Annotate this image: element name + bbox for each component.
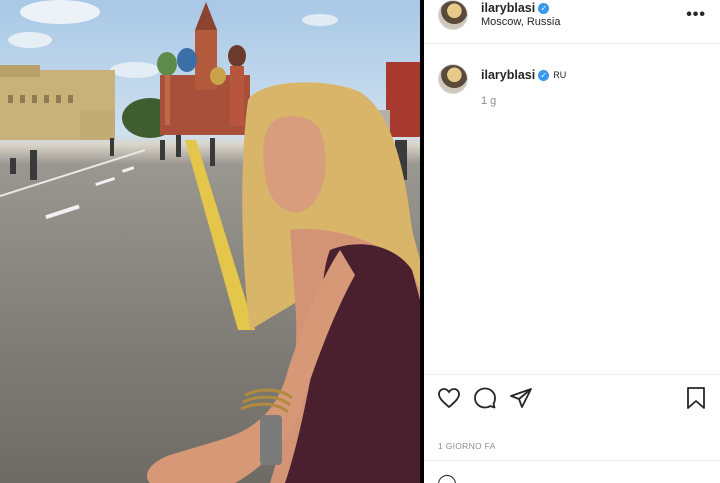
caption-age: 1 g <box>481 95 497 107</box>
comment-icon[interactable] <box>473 386 497 410</box>
paper-plane-icon[interactable] <box>509 386 533 410</box>
post-photo[interactable] <box>0 0 420 483</box>
heart-icon[interactable] <box>437 386 461 410</box>
username-text[interactable]: ilaryblasi <box>481 1 535 15</box>
caption-username[interactable]: ilaryblasi ✓ RU <box>481 68 566 82</box>
emoji-icon[interactable] <box>438 475 456 483</box>
divider <box>424 460 720 461</box>
caption-avatar[interactable] <box>438 64 468 94</box>
post-username[interactable]: ilaryblasi ✓ <box>481 1 550 15</box>
action-bar <box>424 374 720 420</box>
post-side-panel: ilaryblasi ✓ Moscow, Russia ••• ilaryblas… <box>424 0 720 483</box>
caption-username-text[interactable]: ilaryblasi <box>481 68 535 82</box>
verified-badge-icon: ✓ <box>538 70 550 81</box>
post-header: ilaryblasi ✓ Moscow, Russia ••• <box>424 0 720 44</box>
more-options-icon[interactable]: ••• <box>686 6 706 24</box>
bookmark-icon[interactable] <box>684 386 708 410</box>
avatar[interactable] <box>438 0 468 30</box>
caption-language: RU <box>553 70 567 80</box>
post-location[interactable]: Moscow, Russia <box>481 16 560 28</box>
photo-illustration <box>0 0 420 483</box>
post-date[interactable]: 1 GIORNO FA <box>438 441 496 451</box>
verified-badge-icon: ✓ <box>538 3 550 14</box>
